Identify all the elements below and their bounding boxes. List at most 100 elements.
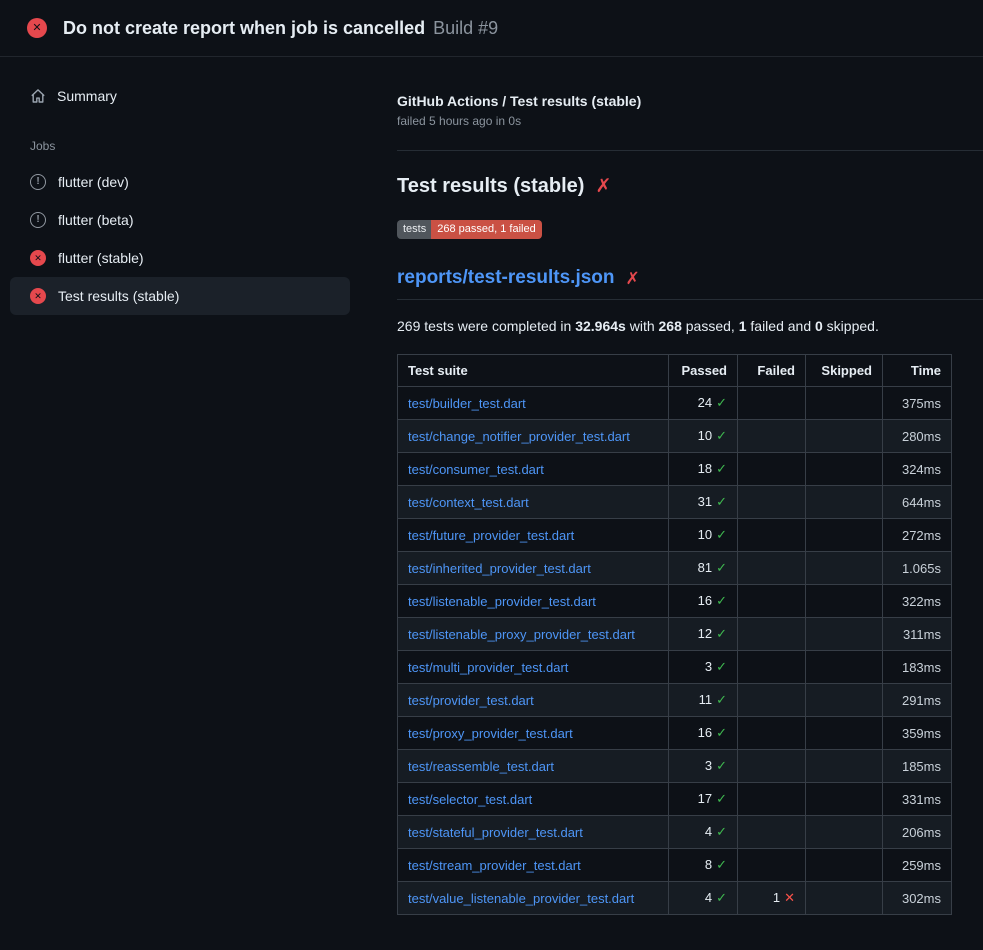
sidebar-job-item[interactable]: flutter (dev)	[10, 163, 350, 201]
passed-count: 8	[705, 857, 712, 872]
passed-cell: 17	[669, 783, 738, 816]
test-suite-link[interactable]: test/provider_test.dart	[408, 693, 534, 708]
time-cell: 206ms	[883, 816, 952, 849]
time-cell: 183ms	[883, 651, 952, 684]
table-row: test/stream_provider_test.dart 8 259ms	[398, 849, 952, 882]
suite-cell: test/provider_test.dart	[398, 684, 669, 717]
test-suite-link[interactable]: test/listenable_provider_test.dart	[408, 594, 596, 609]
time-cell: 311ms	[883, 618, 952, 651]
job-label: flutter (dev)	[58, 174, 129, 190]
table-row: test/selector_test.dart17331ms	[398, 783, 952, 816]
check-icon	[716, 725, 727, 740]
failed-status-icon	[30, 250, 46, 266]
test-suite-link[interactable]: test/selector_test.dart	[408, 792, 532, 807]
sidebar-job-item[interactable]: Test results (stable)	[10, 277, 350, 315]
check-icon	[716, 692, 727, 707]
passed-cell: 12	[669, 618, 738, 651]
table-row: test/proxy_provider_test.dart16359ms	[398, 717, 952, 750]
build-title: Do not create report when job is cancell…	[63, 18, 425, 39]
passed-count: 10	[698, 527, 712, 542]
test-suite-link[interactable]: test/inherited_provider_test.dart	[408, 561, 591, 576]
passed-count: 17	[698, 791, 712, 806]
failed-cell	[738, 849, 806, 882]
sidebar-job-item[interactable]: flutter (beta)	[10, 201, 350, 239]
suite-cell: test/proxy_provider_test.dart	[398, 717, 669, 750]
summary-stat: 1	[739, 318, 747, 334]
time-value: 644ms	[902, 495, 941, 510]
suite-cell: test/listenable_proxy_provider_test.dart	[398, 618, 669, 651]
sidebar-job-item[interactable]: flutter (stable)	[10, 239, 350, 277]
time-cell: 280ms	[883, 420, 952, 453]
check-icon	[716, 890, 727, 905]
time-value: 280ms	[902, 429, 941, 444]
suite-cell: test/reassemble_test.dart	[398, 750, 669, 783]
report-link[interactable]: reports/test-results.json	[397, 267, 615, 289]
test-suite-link[interactable]: test/stream_provider_test.dart	[408, 858, 581, 873]
test-suite-link[interactable]: test/listenable_proxy_provider_test.dart	[408, 627, 635, 642]
skipped-cell	[806, 783, 883, 816]
failed-cell	[738, 684, 806, 717]
skipped-cell	[806, 552, 883, 585]
passed-count: 16	[698, 725, 712, 740]
summary-stat: 0	[815, 318, 823, 334]
failed-cell	[738, 717, 806, 750]
time-value: 291ms	[902, 693, 941, 708]
table-row: test/stateful_provider_test.dart4206ms	[398, 816, 952, 849]
table-row: test/provider_test.dart 11 291ms	[398, 684, 952, 717]
tests-badge: tests 268 passed, 1 failed	[397, 220, 542, 239]
passed-count: 11	[699, 692, 713, 707]
passed-count: 81	[698, 560, 712, 575]
table-header: Test suitePassedFailedSkippedTime	[398, 355, 952, 387]
skipped-cell	[806, 684, 883, 717]
failed-cell	[738, 750, 806, 783]
section-title: Test results (stable)	[397, 175, 983, 198]
test-suite-link[interactable]: test/stateful_provider_test.dart	[408, 825, 583, 840]
suite-cell: test/inherited_provider_test.dart	[398, 552, 669, 585]
badge-value: 268 passed, 1 failed	[431, 220, 541, 239]
test-suite-link[interactable]: test/context_test.dart	[408, 495, 529, 510]
passed-count: 31	[698, 494, 712, 509]
failed-cell	[738, 453, 806, 486]
status-line: failed 5 hours ago in 0s	[397, 114, 983, 128]
column-header: Skipped	[806, 355, 883, 387]
test-suite-link[interactable]: test/builder_test.dart	[408, 396, 526, 411]
skipped-cell	[806, 849, 883, 882]
sidebar-item-summary[interactable]: Summary	[10, 79, 350, 113]
table-body: test/builder_test.dart 24 375ms test/change…	[398, 387, 952, 915]
test-suite-link[interactable]: test/reassemble_test.dart	[408, 759, 554, 774]
test-suite-link[interactable]: test/value_listenable_provider_test.dart	[408, 891, 634, 906]
time-value: 1.065s	[902, 561, 941, 576]
test-suite-link[interactable]: test/consumer_test.dart	[408, 462, 544, 477]
passed-cell: 11	[669, 684, 738, 717]
time-cell: 324ms	[883, 453, 952, 486]
page-layout: Summary Jobs flutter (dev) flutter (beta)…	[0, 57, 983, 915]
test-suite-link[interactable]: test/change_notifier_provider_test.dart	[408, 429, 630, 444]
suite-cell: test/future_provider_test.dart	[398, 519, 669, 552]
check-icon	[716, 626, 727, 641]
time-cell: 259ms	[883, 849, 952, 882]
failed-status-icon	[30, 288, 46, 304]
test-suite-link[interactable]: test/multi_provider_test.dart	[408, 660, 568, 675]
time-cell: 272ms	[883, 519, 952, 552]
table-row: test/listenable_proxy_provider_test.dart…	[398, 618, 952, 651]
passed-cell: 8	[669, 849, 738, 882]
suite-cell: test/multi_provider_test.dart	[398, 651, 669, 684]
failed-status-icon	[27, 18, 47, 38]
jobs-section-label: Jobs	[0, 113, 360, 163]
column-header: Failed	[738, 355, 806, 387]
passed-count: 18	[698, 461, 712, 476]
failed-cell: 1	[738, 882, 806, 915]
time-value: 324ms	[902, 462, 941, 477]
failed-cell	[738, 618, 806, 651]
results-table: Test suitePassedFailedSkippedTime test/b…	[397, 354, 952, 915]
check-icon	[716, 428, 727, 443]
test-suite-link[interactable]: test/future_provider_test.dart	[408, 528, 574, 543]
time-cell: 1.065s	[883, 552, 952, 585]
passed-cell: 24	[669, 387, 738, 420]
table-row: test/multi_provider_test.dart3183ms	[398, 651, 952, 684]
report-title: reports/test-results.json	[397, 267, 983, 300]
passed-cell: 16	[669, 585, 738, 618]
sidebar: Summary Jobs flutter (dev) flutter (beta)…	[0, 57, 360, 315]
test-suite-link[interactable]: test/proxy_provider_test.dart	[408, 726, 573, 741]
time-value: 375ms	[902, 396, 941, 411]
